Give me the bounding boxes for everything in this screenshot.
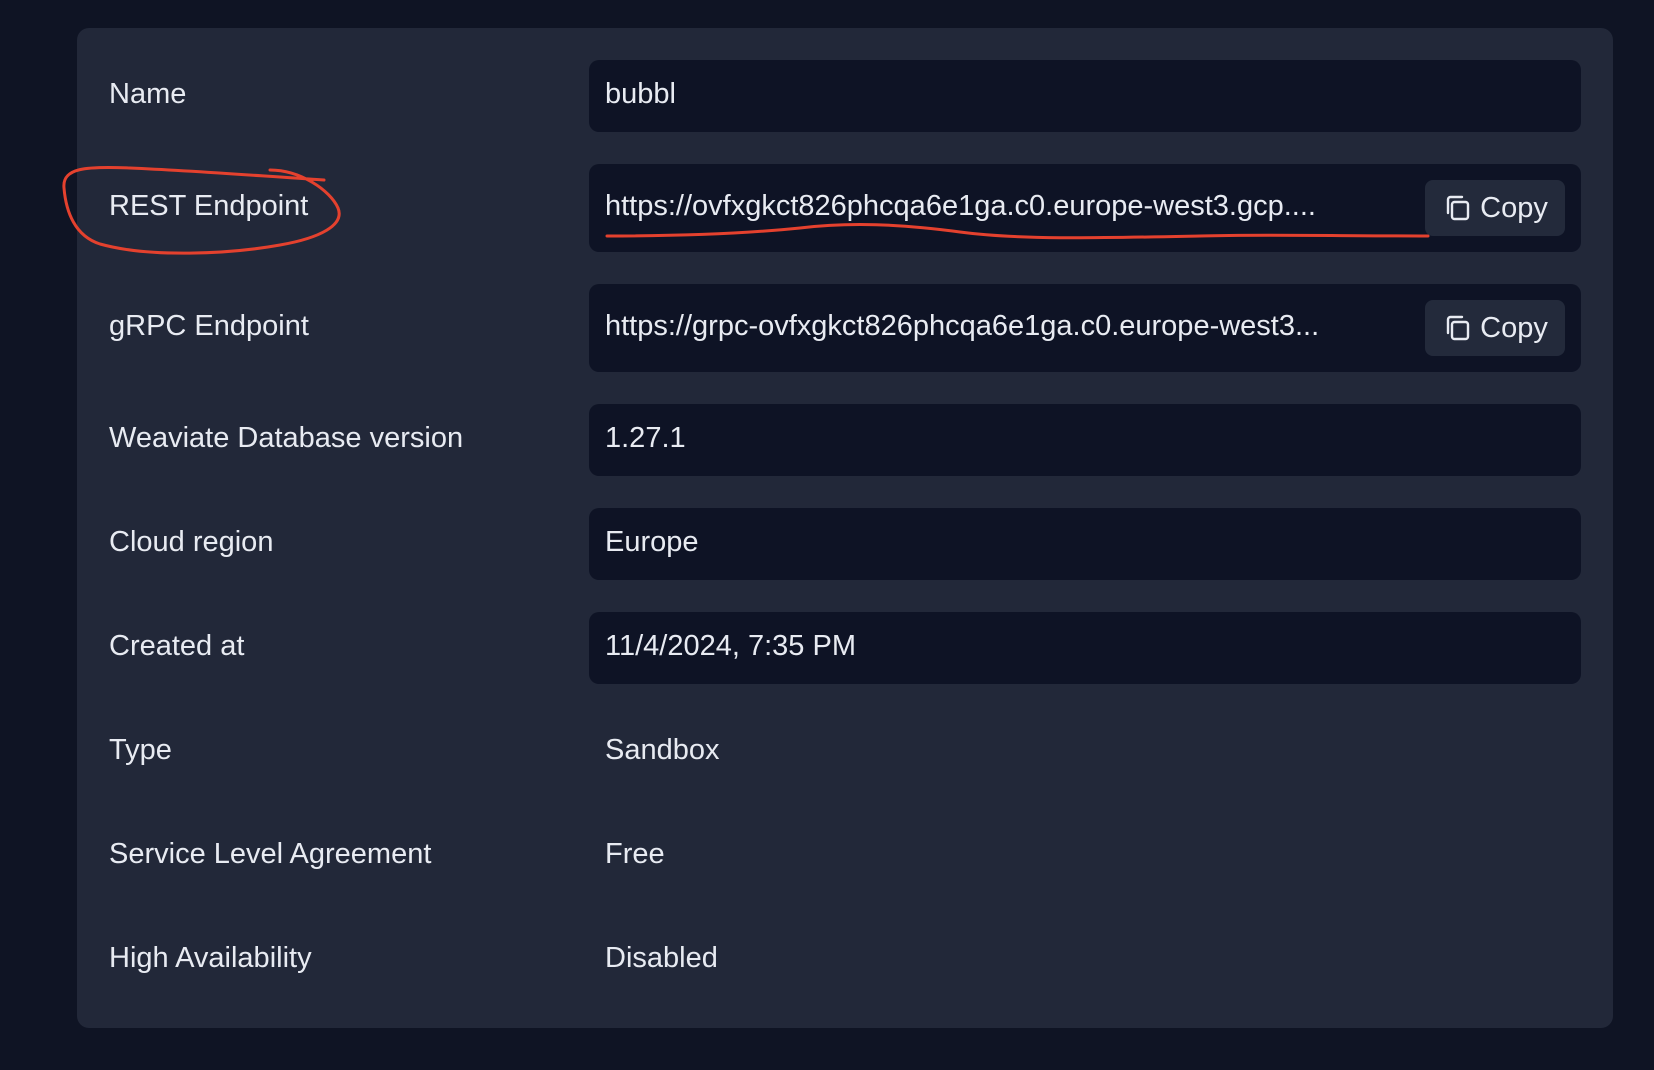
sla-row: Service Level Agreement Free — [77, 820, 1613, 892]
grpc-endpoint-field: https://grpc-ovfxgkct826phcqa6e1ga.c0.eu… — [589, 284, 1581, 372]
db-version-label: Weaviate Database version — [109, 422, 464, 454]
grpc-endpoint-value: https://grpc-ovfxgkct826phcqa6e1ga.c0.eu… — [605, 310, 1320, 342]
high-availability-row: High Availability Disabled — [77, 924, 1613, 996]
name-label: Name — [109, 78, 187, 110]
cloud-region-value: Europe — [605, 526, 699, 558]
sla-label: Service Level Agreement — [109, 838, 432, 870]
db-version-row: Weaviate Database version 1.27.1 — [77, 404, 1613, 476]
type-label: Type — [109, 734, 172, 766]
grpc-endpoint-label: gRPC Endpoint — [109, 310, 309, 342]
created-at-row: Created at 11/4/2024, 7:35 PM — [77, 612, 1613, 684]
rest-endpoint-label: REST Endpoint — [109, 190, 309, 222]
copy-button-label: Copy — [1480, 191, 1548, 224]
rest-endpoint-field: https://ovfxgkct826phcqa6e1ga.c0.europe-… — [589, 164, 1581, 252]
copy-button-label: Copy — [1480, 311, 1548, 344]
db-version-field: 1.27.1 — [589, 404, 1581, 476]
rest-endpoint-row: REST Endpoint https://ovfxgkct826phcqa6e… — [77, 164, 1613, 252]
type-value: Sandbox — [605, 734, 720, 766]
name-row: Name bubbl — [77, 60, 1613, 132]
rest-endpoint-value: https://ovfxgkct826phcqa6e1ga.c0.europe-… — [605, 190, 1316, 222]
cloud-region-field: Europe — [589, 508, 1581, 580]
type-row: Type Sandbox — [77, 716, 1613, 788]
copy-icon — [1446, 195, 1470, 221]
created-at-value: 11/4/2024, 7:35 PM — [605, 630, 856, 662]
high-availability-label: High Availability — [109, 942, 312, 974]
high-availability-value: Disabled — [605, 942, 718, 974]
db-version-value: 1.27.1 — [605, 422, 686, 454]
grpc-endpoint-copy-button[interactable]: Copy — [1425, 300, 1565, 356]
rest-endpoint-copy-button[interactable]: Copy — [1425, 180, 1565, 236]
sla-value: Free — [605, 838, 665, 870]
created-at-label: Created at — [109, 630, 245, 662]
cluster-details-panel: Name bubbl REST Endpoint https://ovfxgkc… — [77, 28, 1613, 1028]
cloud-region-label: Cloud region — [109, 526, 274, 558]
name-value: bubbl — [605, 78, 676, 110]
name-field: bubbl — [589, 60, 1581, 132]
created-at-field: 11/4/2024, 7:35 PM — [589, 612, 1581, 684]
grpc-endpoint-row: gRPC Endpoint https://grpc-ovfxgkct826ph… — [77, 284, 1613, 372]
copy-icon — [1446, 315, 1470, 341]
cloud-region-row: Cloud region Europe — [77, 508, 1613, 580]
